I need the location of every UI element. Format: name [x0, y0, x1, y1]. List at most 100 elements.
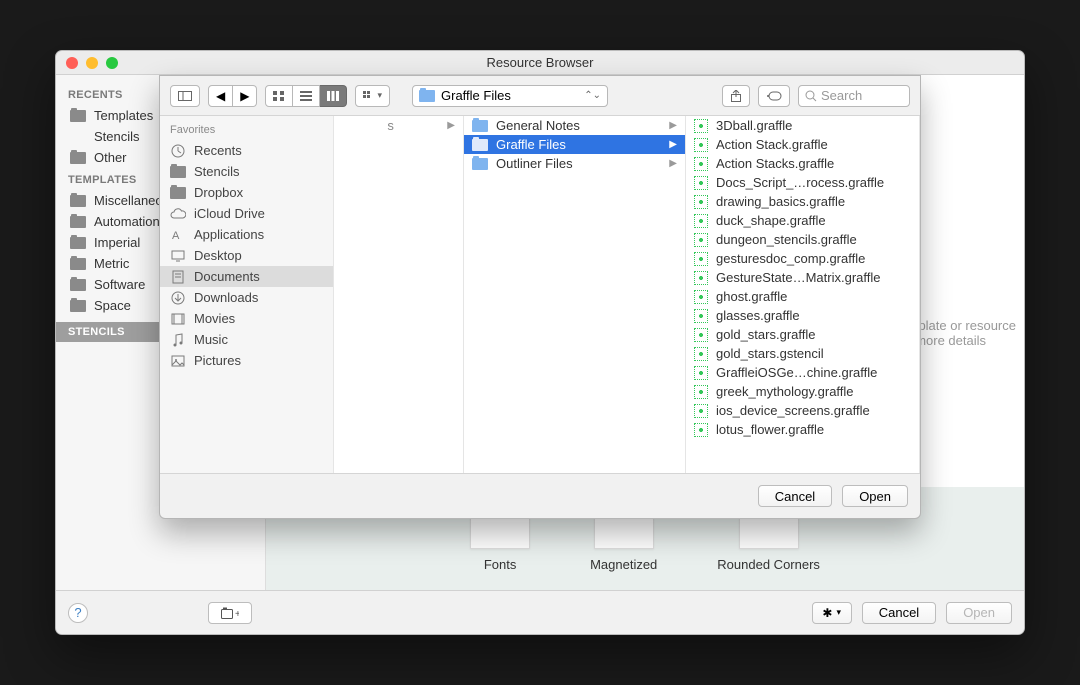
open-panel-bottom: Cancel Open — [160, 474, 920, 518]
sheet-cancel-button[interactable]: Cancel — [758, 485, 832, 507]
graffle-file-icon — [694, 214, 708, 228]
favorites-column: Favorites Recents Stencils DropboxiCloud D… — [160, 116, 334, 473]
group-by-button[interactable]: ▾ — [355, 85, 390, 107]
path-popup[interactable]: Graffle Files ⌃⌄ — [412, 85, 608, 107]
file-row[interactable]: duck_shape.graffle — [686, 211, 919, 230]
toggle-sidebar-button[interactable] — [170, 85, 200, 107]
folder-icon — [70, 237, 86, 249]
favorites-header: Favorites — [160, 116, 333, 140]
nav-back-button[interactable]: ◀ — [208, 85, 233, 107]
graffle-file-icon — [694, 347, 708, 361]
folders-column: General Notes▶Graffle Files▶Outliner Fil… — [464, 116, 686, 473]
folder-label: Outliner Files — [496, 156, 573, 171]
chevron-right-icon: ▶ — [669, 158, 677, 169]
tags-button[interactable] — [758, 85, 790, 107]
sheet-open-button[interactable]: Open — [842, 485, 908, 507]
add-resource-button[interactable]: + — [208, 602, 252, 624]
share-button[interactable] — [722, 85, 750, 107]
column-view-button[interactable] — [320, 85, 347, 107]
favorite-label: Applications — [194, 227, 264, 242]
favorite-label: Recents — [194, 143, 242, 158]
file-row[interactable]: Action Stack.graffle — [686, 135, 919, 154]
graffle-file-icon — [694, 385, 708, 399]
window-title: Resource Browser — [118, 55, 962, 70]
file-row[interactable]: gold_stars.graffle — [686, 325, 919, 344]
favorite-movies[interactable]: Movies — [160, 308, 333, 329]
thumbnail-label: Fonts — [484, 557, 517, 572]
list-view-button[interactable] — [293, 85, 320, 107]
file-row[interactable]: ghost.graffle — [686, 287, 919, 306]
file-row[interactable]: Action Stacks.graffle — [686, 154, 919, 173]
folder-icon — [472, 158, 488, 170]
desktop-icon — [170, 250, 186, 262]
file-label: gold_stars.gstencil — [716, 346, 824, 361]
sidebar-item-label: Automation — [94, 214, 160, 229]
folder-icon — [70, 195, 86, 207]
svg-text:+: + — [235, 609, 239, 619]
file-row[interactable]: Docs_Script_…rocess.graffle — [686, 173, 919, 192]
search-placeholder: Search — [821, 88, 862, 103]
nav-forward-button[interactable]: ▶ — [233, 85, 257, 107]
search-field[interactable]: Search — [798, 85, 910, 107]
parent-folder-row[interactable]: s ▶ — [334, 116, 463, 135]
file-label: duck_shape.graffle — [716, 213, 826, 228]
truncated-label: s — [387, 118, 394, 133]
favorite-label: Movies — [194, 311, 235, 326]
sidebar-item-label: Imperial — [94, 235, 140, 250]
view-switcher — [265, 85, 347, 107]
svg-text:A: A — [172, 230, 180, 242]
favorite-label: Music — [194, 332, 228, 347]
doc-icon — [170, 270, 186, 284]
help-button[interactable]: ? — [68, 603, 88, 623]
folder-row[interactable]: Graffle Files▶ — [464, 135, 685, 154]
favorite-recents[interactable]: Recents — [160, 140, 333, 161]
favorite-applications[interactable]: A Applications — [160, 224, 333, 245]
favorite-label: Stencils — [194, 164, 240, 179]
folder-row[interactable]: General Notes▶ — [464, 116, 685, 135]
folder-icon — [70, 216, 86, 228]
file-row[interactable]: drawing_basics.graffle — [686, 192, 919, 211]
favorite-icloud-drive[interactable]: iCloud Drive — [160, 203, 333, 224]
titlebar[interactable]: Resource Browser — [56, 51, 1024, 75]
file-row[interactable]: GraffleiOSGe…chine.graffle — [686, 363, 919, 382]
file-row[interactable]: lotus_flower.graffle — [686, 420, 919, 439]
file-row[interactable]: 3Dball.graffle — [686, 116, 919, 135]
zoom-window-button[interactable] — [106, 57, 118, 69]
favorite-stencils[interactable]: Stencils — [160, 161, 333, 182]
close-window-button[interactable] — [66, 57, 78, 69]
file-row[interactable]: greek_mythology.graffle — [686, 382, 919, 401]
file-row[interactable]: ios_device_screens.graffle — [686, 401, 919, 420]
open-panel-toolbar: ◀ ▶ ▾ Graffle Files ⌃⌄ Search — [160, 76, 920, 116]
graffle-file-icon — [694, 252, 708, 266]
favorite-documents[interactable]: Documents — [160, 266, 333, 287]
graffle-file-icon — [694, 404, 708, 418]
file-row[interactable]: glasses.graffle — [686, 306, 919, 325]
favorite-pictures[interactable]: Pictures — [160, 350, 333, 371]
file-row[interactable]: GestureState…Matrix.graffle — [686, 268, 919, 287]
file-row[interactable]: gesturesdoc_comp.graffle — [686, 249, 919, 268]
minimize-window-button[interactable] — [86, 57, 98, 69]
file-label: glasses.graffle — [716, 308, 800, 323]
favorite-music[interactable]: Music — [160, 329, 333, 350]
file-label: gesturesdoc_comp.graffle — [716, 251, 865, 266]
file-row[interactable]: dungeon_stencils.graffle — [686, 230, 919, 249]
icon-view-button[interactable] — [265, 85, 293, 107]
bottom-toolbar: ? + ✱ ▾ Cancel Open — [56, 590, 1024, 634]
nav-back-forward: ◀ ▶ — [208, 85, 257, 107]
favorite-downloads[interactable]: Downloads — [160, 287, 333, 308]
favorite-desktop[interactable]: Desktop — [160, 245, 333, 266]
file-row[interactable]: gold_stars.gstencil — [686, 344, 919, 363]
graffle-file-icon — [694, 119, 708, 133]
favorite-dropbox[interactable]: Dropbox — [160, 182, 333, 203]
open-button: Open — [946, 602, 1012, 624]
path-label: Graffle Files — [441, 88, 511, 103]
folder-row[interactable]: Outliner Files ▶ — [464, 154, 685, 173]
file-label: gold_stars.graffle — [716, 327, 816, 342]
graffle-file-icon — [694, 309, 708, 323]
action-menu-button[interactable]: ✱ ▾ — [812, 602, 852, 624]
sidebar-item-label: Metric — [94, 256, 129, 271]
cancel-button[interactable]: Cancel — [862, 602, 936, 624]
folder-icon — [170, 166, 186, 178]
graffle-file-icon — [694, 233, 708, 247]
folder-icon — [472, 120, 488, 132]
